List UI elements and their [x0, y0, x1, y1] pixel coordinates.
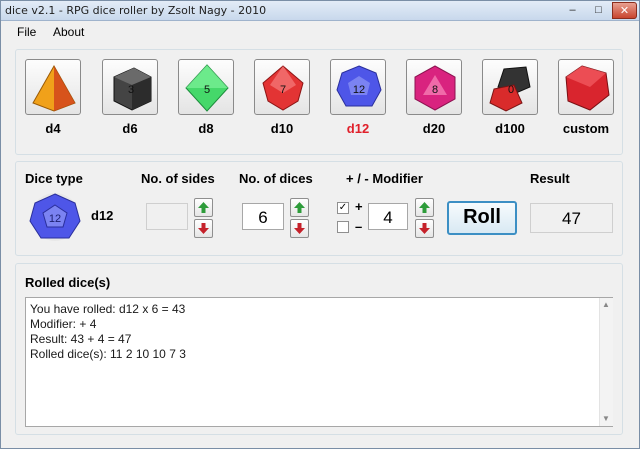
die-face-number: 12: [353, 84, 365, 96]
die-button-d10[interactable]: 7: [254, 59, 310, 115]
die-label-d10: d10: [270, 121, 294, 136]
modifier-decrease-button[interactable]: [415, 219, 434, 238]
die-button-d100[interactable]: 0: [482, 59, 538, 115]
die-label-d12: d12: [346, 121, 370, 136]
sides-input[interactable]: [146, 203, 188, 230]
rolled-dice-log[interactable]: You have rolled: d12 x 6 = 43 Modifier: …: [25, 297, 613, 427]
die-button-d20[interactable]: 8: [406, 59, 462, 115]
die-face-number: 5: [204, 84, 210, 96]
close-button[interactable]: ✕: [612, 2, 637, 19]
d12-die-icon: 12: [29, 193, 81, 241]
custom-die-icon: [565, 65, 610, 111]
die-label-d8: d8: [198, 121, 214, 136]
log-line: You have rolled: d12 x 6 = 43: [30, 302, 186, 316]
maximize-button[interactable]: □: [586, 2, 611, 19]
log-scrollbar[interactable]: ▲ ▼: [599, 298, 613, 426]
result-display: 47: [530, 203, 613, 233]
log-line: Result: 43 + 4 = 47: [30, 332, 132, 346]
arrow-down-icon: [294, 223, 305, 234]
dice-type-face: 12: [49, 213, 61, 225]
d12-die-icon: 12: [336, 65, 382, 107]
scroll-up-icon: ▲: [602, 300, 610, 309]
die-button-custom[interactable]: [558, 59, 614, 115]
die-label-d4: d4: [45, 121, 61, 136]
die-label-d6: d6: [122, 121, 138, 136]
result-value: 47: [562, 209, 581, 228]
minus-sign-label: –: [355, 219, 363, 234]
dices-decrease-button[interactable]: [290, 219, 309, 238]
arrow-down-icon: [198, 223, 209, 234]
dice-type-label: Dice type: [25, 171, 83, 186]
sides-increase-button[interactable]: [194, 198, 213, 217]
dices-label: No. of dices: [239, 171, 313, 186]
d20-die-icon: 8: [414, 65, 456, 111]
arrow-down-icon: [419, 223, 430, 234]
sides-label: No. of sides: [141, 171, 215, 186]
d4-die-icon: [32, 64, 76, 112]
die-button-d8[interactable]: 5: [178, 59, 234, 115]
menu-bar: File About: [1, 21, 639, 43]
die-label-d20: d20: [422, 121, 446, 136]
arrow-up-icon: [294, 202, 305, 213]
result-label: Result: [530, 171, 570, 186]
arrow-up-icon: [419, 202, 430, 213]
plus-checkbox[interactable]: ✓: [337, 202, 349, 214]
app-window: dice v2.1 - RPG dice roller by Zsolt Nag…: [0, 0, 640, 449]
dice-type-value: d12: [91, 208, 114, 223]
minimize-button[interactable]: –: [560, 2, 585, 19]
log-line: Modifier: + 4: [30, 317, 97, 331]
die-face-number: 3: [128, 84, 134, 96]
window-title: dice v2.1 - RPG dice roller by Zsolt Nag…: [5, 4, 267, 17]
die-face-number: 0: [508, 84, 514, 96]
rolled-dice-title: Rolled dice(s): [25, 275, 111, 290]
die-button-d12[interactable]: 12: [330, 59, 386, 115]
sides-decrease-button[interactable]: [194, 219, 213, 238]
dices-increase-button[interactable]: [290, 198, 309, 217]
die-button-d4[interactable]: [25, 59, 81, 115]
die-label-custom: custom: [562, 121, 610, 136]
scroll-down-icon: ▼: [602, 414, 610, 423]
d6-die-icon: 3: [113, 67, 152, 111]
die-face-number: 8: [432, 84, 438, 96]
modifier-increase-button[interactable]: [415, 198, 434, 217]
dices-input[interactable]: 6: [242, 203, 284, 230]
die-face-number: 7: [280, 84, 286, 96]
log-line: Rolled dice(s): 11 2 10 10 7 3: [30, 347, 186, 361]
modifier-input[interactable]: 4: [368, 203, 408, 230]
menu-about[interactable]: About: [53, 25, 84, 39]
arrow-up-icon: [198, 202, 209, 213]
minus-checkbox[interactable]: [337, 221, 349, 233]
d100-die-icon: 0: [489, 66, 531, 112]
d10-die-icon: 7: [262, 65, 304, 111]
die-label-d100: d100: [495, 121, 525, 136]
title-bar[interactable]: dice v2.1 - RPG dice roller by Zsolt Nag…: [1, 1, 639, 21]
d8-die-icon: 5: [185, 64, 229, 112]
roll-button[interactable]: Roll: [447, 201, 517, 235]
plus-sign-label: +: [355, 199, 363, 214]
die-button-d6[interactable]: 3: [102, 59, 158, 115]
modifier-label: + / - Modifier: [346, 171, 423, 186]
menu-file[interactable]: File: [17, 25, 36, 39]
